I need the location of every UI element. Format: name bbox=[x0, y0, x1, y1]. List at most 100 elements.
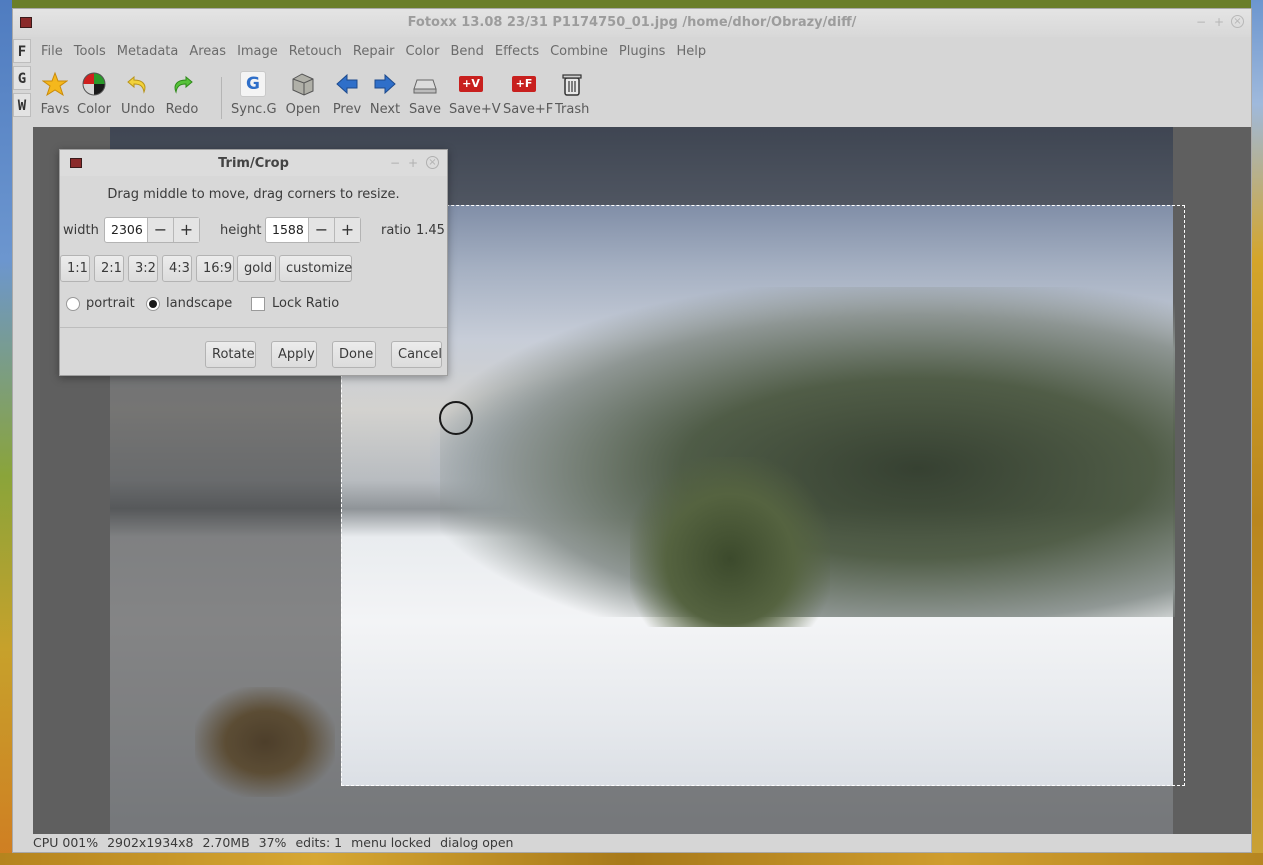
width-stepper[interactable]: 2306 − + bbox=[104, 217, 200, 243]
status-dimensions: 2902x1934x8 bbox=[107, 835, 194, 850]
done-button[interactable]: Done bbox=[332, 341, 376, 368]
menu-color[interactable]: Color bbox=[402, 44, 447, 64]
lock-ratio-label: Lock Ratio bbox=[272, 296, 340, 311]
dialog-instruction: Drag middle to move, drag corners to res… bbox=[107, 187, 400, 202]
maximize-icon[interactable]: + bbox=[1214, 16, 1224, 28]
menu-effects[interactable]: Effects bbox=[491, 44, 546, 64]
trash-icon bbox=[562, 74, 582, 96]
ratio-label: ratio bbox=[381, 223, 411, 238]
menu-help[interactable]: Help bbox=[672, 44, 713, 64]
status-edits: edits: 1 bbox=[295, 835, 343, 850]
rotate-button[interactable]: Rotate bbox=[205, 341, 256, 368]
height-minus-button[interactable]: − bbox=[308, 218, 334, 242]
save-version-icon: +V bbox=[459, 76, 483, 92]
save-file-label: Save+F bbox=[503, 102, 554, 117]
favs-label: Favs bbox=[40, 102, 70, 117]
status-menu: menu locked bbox=[351, 835, 432, 850]
menu-image[interactable]: Image bbox=[233, 44, 285, 64]
color-wheel-icon bbox=[82, 72, 106, 96]
preset-3-2-button[interactable]: 3:2 bbox=[128, 255, 158, 282]
color-button[interactable]: Color bbox=[77, 71, 111, 117]
menu-file[interactable]: File bbox=[37, 44, 70, 64]
trash-label: Trash bbox=[555, 102, 590, 117]
width-input[interactable]: 2306 bbox=[105, 218, 147, 242]
window-titlebar[interactable]: Fotoxx 13.08 23/31 P1174750_01.jpg /home… bbox=[13, 9, 1251, 37]
dialog-minimize-icon[interactable]: − bbox=[390, 156, 400, 170]
crop-center-handle[interactable] bbox=[439, 401, 473, 435]
menu-repair[interactable]: Repair bbox=[349, 44, 402, 64]
preset-1-1-button[interactable]: 1:1 bbox=[60, 255, 90, 282]
favs-button[interactable]: Favs bbox=[39, 71, 71, 117]
landscape-radio[interactable] bbox=[146, 297, 160, 311]
width-minus-button[interactable]: − bbox=[147, 218, 173, 242]
open-folder-icon bbox=[292, 73, 314, 96]
menu-bend[interactable]: Bend bbox=[446, 44, 490, 64]
side-tab-f[interactable]: F bbox=[13, 39, 31, 63]
height-plus-button[interactable]: + bbox=[334, 218, 360, 242]
statusbar: CPU 001% 2902x1934x8 2.70MB 37% edits: 1… bbox=[33, 834, 518, 852]
height-stepper[interactable]: 1588 − + bbox=[265, 217, 361, 243]
arrow-right-icon bbox=[374, 73, 396, 95]
portrait-label: portrait bbox=[86, 296, 135, 311]
width-plus-button[interactable]: + bbox=[173, 218, 199, 242]
save-version-button[interactable]: +V Save+V bbox=[449, 71, 501, 117]
save-file-icon: +F bbox=[512, 76, 536, 92]
crop-dim-bottom bbox=[110, 786, 1173, 834]
next-label: Next bbox=[369, 102, 401, 117]
dialog-separator bbox=[60, 327, 447, 328]
preset-16-9-button[interactable]: 16:9 bbox=[196, 255, 234, 282]
desktop-wallpaper-bottom bbox=[0, 853, 1263, 865]
sync-g-button[interactable]: G Sync.G bbox=[231, 71, 277, 117]
side-tabs: F G W bbox=[13, 39, 33, 120]
prev-button[interactable]: Prev bbox=[331, 71, 363, 117]
preset-2-1-button[interactable]: 2:1 bbox=[94, 255, 124, 282]
save-label: Save bbox=[409, 102, 441, 117]
save-button[interactable]: Save bbox=[409, 71, 441, 117]
save-file-button[interactable]: +F Save+F bbox=[503, 71, 554, 117]
portrait-radio[interactable] bbox=[66, 297, 80, 311]
toolbar-separator bbox=[221, 77, 222, 119]
apply-button[interactable]: Apply bbox=[271, 341, 317, 368]
preset-customize-button[interactable]: customize bbox=[279, 255, 352, 282]
next-button[interactable]: Next bbox=[369, 71, 401, 117]
side-tab-w[interactable]: W bbox=[13, 93, 31, 117]
sync-g-icon: G bbox=[240, 71, 266, 97]
dialog-close-icon[interactable]: × bbox=[426, 156, 439, 169]
status-dialog: dialog open bbox=[440, 835, 514, 850]
height-input[interactable]: 1588 bbox=[266, 218, 308, 242]
redo-arrow-icon bbox=[174, 75, 193, 94]
width-label: width bbox=[63, 223, 99, 238]
dialog-titlebar[interactable]: Trim/Crop − + × bbox=[60, 150, 447, 176]
desktop-wallpaper-right bbox=[1251, 0, 1263, 865]
landscape-label: landscape bbox=[166, 296, 233, 311]
menu-retouch[interactable]: Retouch bbox=[285, 44, 349, 64]
preset-4-3-button[interactable]: 4:3 bbox=[162, 255, 192, 282]
menu-combine[interactable]: Combine bbox=[546, 44, 615, 64]
minimize-icon[interactable]: − bbox=[1196, 16, 1206, 28]
redo-button[interactable]: Redo bbox=[165, 71, 199, 117]
dialog-title: Trim/Crop bbox=[218, 156, 289, 171]
open-button[interactable]: Open bbox=[285, 71, 321, 117]
status-cpu: CPU 001% bbox=[33, 835, 99, 850]
dialog-maximize-icon[interactable]: + bbox=[408, 156, 418, 170]
lock-ratio-checkbox[interactable] bbox=[251, 297, 265, 311]
menu-tools[interactable]: Tools bbox=[70, 44, 113, 64]
height-label: height bbox=[220, 223, 262, 238]
menu-areas[interactable]: Areas bbox=[185, 44, 233, 64]
undo-button[interactable]: Undo bbox=[121, 71, 155, 117]
crop-rectangle[interactable] bbox=[341, 205, 1185, 786]
menu-metadata[interactable]: Metadata bbox=[113, 44, 186, 64]
cancel-button[interactable]: Cancel bbox=[391, 341, 442, 368]
preset-gold-button[interactable]: gold bbox=[237, 255, 276, 282]
arrow-left-icon bbox=[336, 73, 358, 95]
redo-label: Redo bbox=[165, 102, 199, 117]
save-version-label: Save+V bbox=[449, 102, 501, 117]
side-tab-g[interactable]: G bbox=[13, 66, 31, 90]
ratio-value: 1.45 bbox=[416, 223, 445, 238]
main-window: Fotoxx 13.08 23/31 P1174750_01.jpg /home… bbox=[12, 8, 1252, 853]
close-icon[interactable]: × bbox=[1231, 15, 1244, 28]
trim-crop-dialog: Trim/Crop − + × Drag middle to move, dra… bbox=[59, 149, 448, 376]
menu-plugins[interactable]: Plugins bbox=[615, 44, 673, 64]
trash-button[interactable]: Trash bbox=[555, 71, 589, 117]
prev-label: Prev bbox=[332, 102, 362, 117]
